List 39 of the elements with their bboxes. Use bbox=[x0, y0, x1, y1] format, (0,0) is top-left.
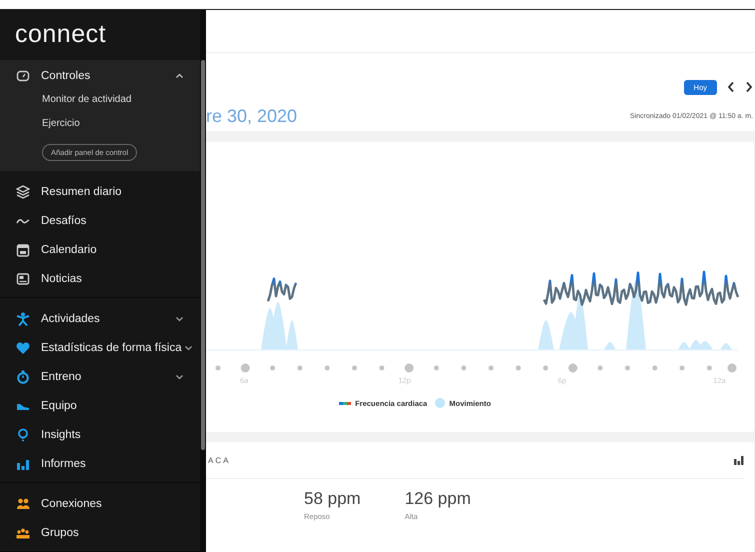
nav-item[interactable]: Insights bbox=[16, 428, 184, 442]
stat-value: 126 ppm bbox=[404, 489, 471, 509]
nav-item[interactable]: Estadísticas de forma física bbox=[16, 340, 182, 354]
date-title: re 30, 2020 bbox=[206, 106, 298, 128]
dashboard-link[interactable]: Ejercicio bbox=[0, 112, 200, 136]
previous-button[interactable] bbox=[727, 81, 735, 94]
nav-item[interactable]: Equipo bbox=[16, 398, 184, 412]
group-icon bbox=[16, 526, 30, 540]
nav-item[interactable]: Conexiones bbox=[16, 496, 184, 510]
nav-item[interactable]: Entreno bbox=[16, 370, 173, 384]
nav-item[interactable]: Noticias bbox=[16, 272, 184, 286]
person-icon bbox=[16, 312, 30, 326]
nav-item[interactable]: Informes bbox=[16, 456, 184, 470]
nav-item[interactable]: Calendario bbox=[16, 242, 184, 256]
scrollbar-thumb[interactable] bbox=[201, 60, 205, 450]
nav-item[interactable]: Resumen diario bbox=[16, 184, 184, 198]
stat-value: 58 ppm bbox=[304, 489, 361, 509]
nav-item[interactable]: Controles bbox=[16, 69, 173, 83]
nav-item[interactable]: Desafíos bbox=[16, 214, 184, 228]
logo-text: connect bbox=[14, 19, 108, 50]
nav-item[interactable]: Actividades bbox=[16, 312, 173, 326]
layers-icon bbox=[16, 184, 30, 198]
lightbulb-icon bbox=[16, 428, 30, 442]
nav-item[interactable]: Grupos bbox=[16, 526, 184, 540]
chevron-left-icon bbox=[727, 81, 735, 94]
dashboard-link[interactable]: Monitor de actividad bbox=[0, 88, 200, 112]
bar-chart-icon bbox=[734, 455, 744, 465]
next-button[interactable] bbox=[745, 81, 753, 94]
legend-swatch-icon bbox=[339, 400, 352, 406]
legend-dot-icon bbox=[435, 398, 446, 408]
heart-icon bbox=[16, 340, 30, 354]
gauge-icon bbox=[16, 69, 30, 83]
card-title: ACA bbox=[207, 456, 230, 464]
people-icon bbox=[16, 496, 30, 510]
news-icon bbox=[16, 272, 30, 286]
chevron-right-icon bbox=[745, 81, 753, 94]
stopwatch-icon bbox=[16, 370, 30, 384]
calendar-icon bbox=[16, 242, 30, 256]
chart-view-button[interactable] bbox=[734, 455, 744, 465]
